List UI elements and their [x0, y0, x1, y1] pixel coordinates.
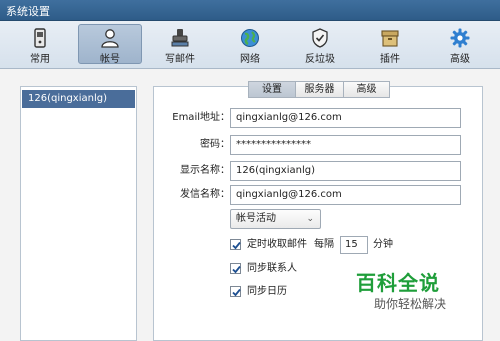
- account-status-select[interactable]: 帐号活动 ⌄: [230, 209, 321, 229]
- account-list-item[interactable]: 126(qingxianlg): [22, 90, 135, 108]
- stamp-icon: [171, 29, 189, 47]
- settings-window: 系统设置 常用 帐号 写邮件 网络 反垃圾 插件 高级 126(qingxian…: [0, 0, 500, 341]
- toolbar-button-common[interactable]: 常用: [8, 24, 72, 65]
- chevron-down-icon: ⌄: [306, 214, 314, 224]
- tab-server[interactable]: 服务器: [295, 81, 344, 98]
- email-label: Email地址：: [172, 112, 230, 123]
- checkmark-icon: [232, 265, 241, 274]
- toolbar-label-network: 网络: [240, 54, 260, 65]
- sync-calendar-label: 同步日历: [247, 286, 287, 297]
- toolbar-label-plugins: 插件: [380, 54, 400, 65]
- phone-icon: [34, 28, 46, 48]
- toolbar-button-plugins[interactable]: 插件: [358, 24, 422, 65]
- globe-icon: [241, 29, 259, 47]
- toolbar-button-network[interactable]: 网络: [218, 24, 282, 65]
- toolbar-label-advanced: 高级: [450, 54, 470, 65]
- display-name-label: 显示名称：: [180, 165, 230, 176]
- checkmark-icon: [232, 288, 241, 297]
- settings-toolbar: 常用 帐号 写邮件 网络 反垃圾 插件 高级: [0, 21, 500, 69]
- interval-label: 每隔: [314, 239, 334, 250]
- display-name-field[interactable]: 126(qingxianlg): [230, 161, 461, 181]
- password-field[interactable]: ***************: [230, 135, 461, 155]
- toolbar-label-common: 常用: [30, 54, 50, 65]
- watermark-main-text: 百科全说: [356, 271, 440, 295]
- sync-calendar-checkbox[interactable]: [230, 286, 241, 297]
- toolbar-label-compose: 写邮件: [165, 54, 195, 65]
- toolbar-button-compose[interactable]: 写邮件: [148, 24, 212, 65]
- email-field[interactable]: qingxianlg@126.com: [230, 108, 461, 128]
- shield-icon: [312, 28, 328, 48]
- title-bar: 系统设置: [0, 0, 500, 21]
- toolbar-button-account[interactable]: 帐号: [78, 24, 142, 65]
- user-icon: [101, 29, 119, 48]
- watermark-sub-text: 助你轻松解决: [374, 297, 447, 311]
- toolbar-button-advanced[interactable]: 高级: [428, 24, 492, 65]
- tab-settings[interactable]: 设置: [248, 81, 296, 98]
- interval-input[interactable]: 15: [340, 236, 368, 254]
- window-title: 系统设置: [6, 5, 50, 18]
- sender-name-label: 发信名称：: [180, 189, 230, 200]
- sync-contacts-checkbox[interactable]: [230, 263, 241, 274]
- toolbar-button-antispam[interactable]: 反垃圾: [288, 24, 352, 65]
- sender-name-field[interactable]: qingxianlg@126.com: [230, 185, 461, 205]
- watermark: 百科全说 助你轻松解决: [346, 265, 476, 317]
- interval-unit-label: 分钟: [373, 239, 393, 250]
- schedule-fetch-label: 定时收取邮件: [247, 239, 307, 250]
- checkmark-icon: [232, 241, 241, 250]
- password-label: 密码：: [200, 139, 230, 150]
- box-icon: [381, 30, 399, 47]
- toolbar-label-account: 帐号: [100, 54, 120, 65]
- tab-advanced[interactable]: 高级: [343, 81, 390, 98]
- sync-contacts-label: 同步联系人: [247, 263, 297, 274]
- account-list: 126(qingxianlg): [20, 86, 137, 341]
- schedule-fetch-checkbox[interactable]: [230, 239, 241, 250]
- toolbar-label-antispam: 反垃圾: [305, 54, 335, 65]
- gear-icon: [450, 28, 470, 48]
- account-status-value: 帐号活动: [236, 213, 276, 224]
